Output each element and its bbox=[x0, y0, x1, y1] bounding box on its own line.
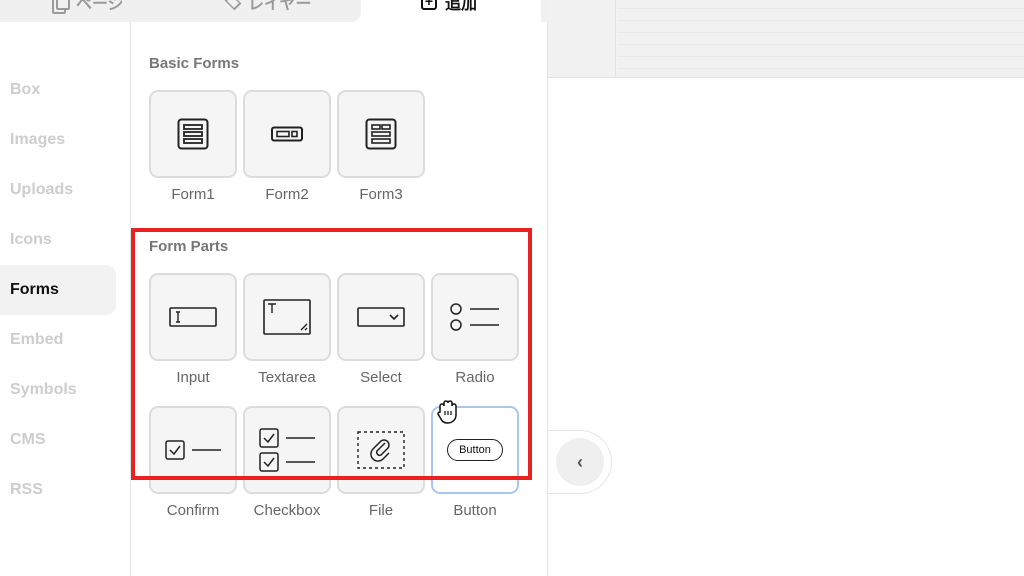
sidebar-item-cms[interactable]: CMS bbox=[0, 415, 116, 465]
sidebar-item-rss[interactable]: RSS bbox=[0, 465, 116, 515]
sidebar-item-label: Icons bbox=[10, 231, 52, 248]
grid-line bbox=[618, 68, 1024, 69]
sidebar-item-uploads[interactable]: Uploads bbox=[0, 165, 116, 215]
layers-icon bbox=[224, 0, 242, 11]
tab-pages[interactable]: ページ bbox=[52, 0, 124, 14]
canvas-area bbox=[548, 0, 1024, 576]
sidebar-item-label: Box bbox=[10, 81, 41, 98]
component-label: Button bbox=[453, 502, 497, 519]
canvas-top-region bbox=[548, 0, 1024, 78]
pages-icon bbox=[52, 0, 70, 14]
category-sidebar: Box Images Uploads Icons Forms Embed Sym… bbox=[0, 22, 131, 576]
sidebar-item-label: Symbols bbox=[10, 381, 77, 398]
chevron-left-icon: ‹ bbox=[577, 451, 583, 472]
collapse-panel-button[interactable]: ‹ bbox=[556, 438, 604, 486]
tab-add[interactable]: + 追加 bbox=[421, 0, 477, 14]
sidebar-item-label: CMS bbox=[10, 431, 46, 448]
sidebar-item-label: Uploads bbox=[10, 181, 74, 198]
component-label: Form3 bbox=[359, 186, 403, 203]
tab-layers[interactable]: レイヤー bbox=[224, 0, 312, 14]
canvas-top-column bbox=[548, 0, 616, 78]
sidebar-item-icons[interactable]: Icons bbox=[0, 215, 116, 265]
form-grid-icon bbox=[365, 118, 397, 150]
tab-bar-edge bbox=[541, 0, 548, 22]
sidebar-item-images[interactable]: Images bbox=[0, 115, 116, 165]
sidebar-item-label: RSS bbox=[10, 481, 43, 498]
grid-line bbox=[618, 56, 1024, 57]
form-inline-icon bbox=[271, 126, 303, 142]
sidebar-item-embed[interactable]: Embed bbox=[0, 315, 116, 365]
grid-line bbox=[618, 44, 1024, 45]
grid-line bbox=[618, 20, 1024, 21]
form-list-icon bbox=[177, 118, 209, 150]
section-title-basic-forms: Basic Forms bbox=[149, 55, 240, 72]
sidebar-item-symbols[interactable]: Symbols bbox=[0, 365, 116, 415]
sidebar-item-label: Embed bbox=[10, 331, 64, 348]
grid-line bbox=[618, 8, 1024, 9]
grab-cursor-icon bbox=[436, 398, 458, 424]
tab-add-label: 追加 bbox=[445, 0, 478, 13]
add-icon: + bbox=[421, 0, 437, 10]
tab-layers-label: レイヤー bbox=[248, 0, 312, 13]
sidebar-item-forms[interactable]: Forms bbox=[0, 265, 116, 315]
sidebar-item-box[interactable]: Box bbox=[0, 65, 116, 115]
component-card-form1[interactable] bbox=[149, 90, 237, 178]
component-card-form3[interactable] bbox=[337, 90, 425, 178]
highlight-annotation bbox=[131, 228, 532, 480]
sidebar-item-label: Forms bbox=[10, 281, 59, 298]
grid-line bbox=[618, 32, 1024, 33]
sidebar-item-label: Images bbox=[10, 131, 66, 148]
component-card-form2[interactable] bbox=[243, 90, 331, 178]
tab-bar: ページ レイヤー + 追加 bbox=[0, 0, 548, 22]
tab-pages-label: ページ bbox=[76, 0, 124, 13]
